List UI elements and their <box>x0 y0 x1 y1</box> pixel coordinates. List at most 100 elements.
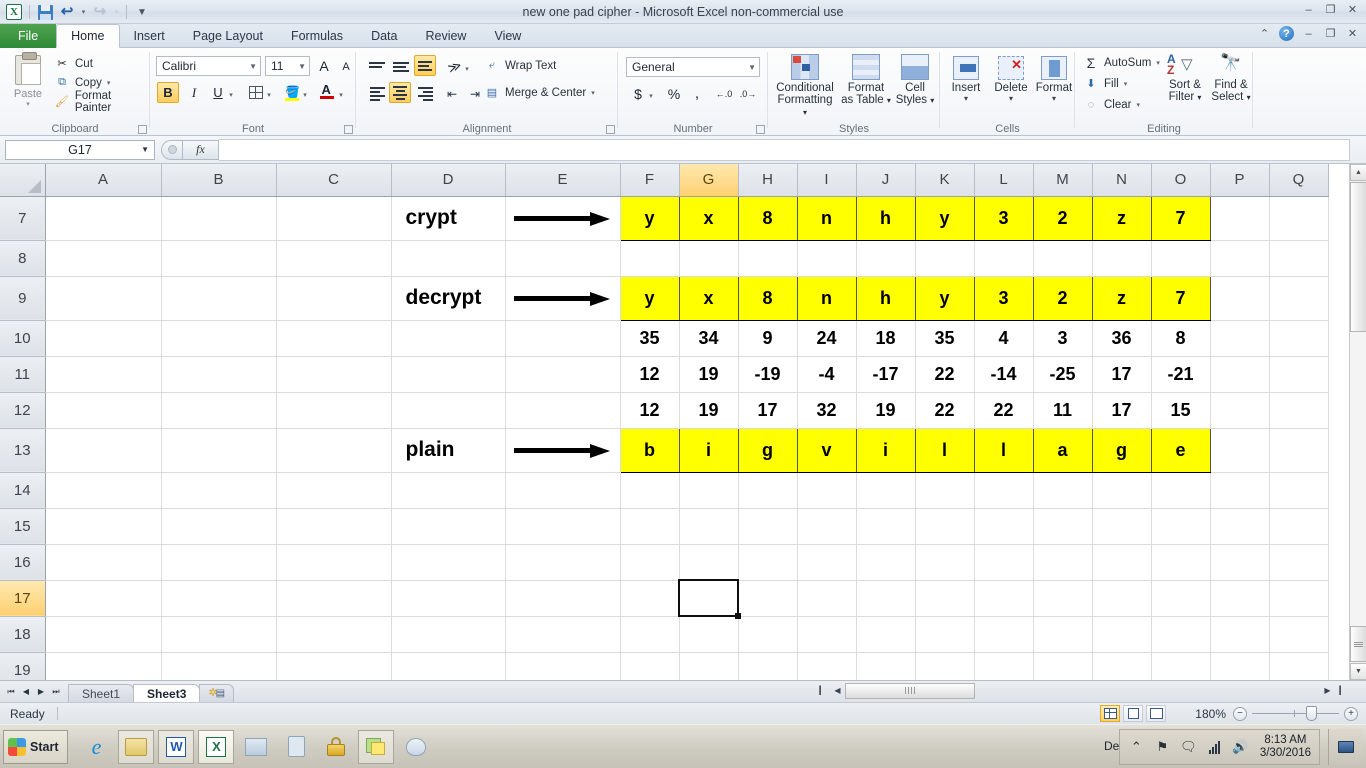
column-header-O[interactable]: O <box>1151 164 1211 197</box>
cell-N13[interactable]: g <box>1092 427 1152 473</box>
cell-I11[interactable]: -4 <box>797 356 857 393</box>
cell-C12[interactable] <box>276 392 392 429</box>
cell-N7[interactable]: z <box>1092 195 1152 241</box>
formula-input[interactable] <box>219 138 1350 161</box>
cell-F15[interactable] <box>620 508 680 545</box>
cell-M18[interactable] <box>1033 616 1093 653</box>
scroll-up-icon[interactable]: ▲ <box>1350 164 1366 181</box>
cell-B9[interactable] <box>161 276 277 321</box>
cell-D10[interactable] <box>391 320 506 357</box>
copy-caret-icon[interactable]: ▾ <box>107 79 111 87</box>
cell-O11[interactable]: -21 <box>1151 356 1211 393</box>
page-layout-view-icon[interactable] <box>1123 705 1143 722</box>
cell-L11[interactable]: -14 <box>974 356 1034 393</box>
cell-Q16[interactable] <box>1269 544 1329 581</box>
delete-caret-icon[interactable]: ▾ <box>990 94 1032 103</box>
cell-C18[interactable] <box>276 616 392 653</box>
column-header-F[interactable]: F <box>620 164 680 197</box>
cell-F19[interactable] <box>620 652 680 680</box>
cell-E10[interactable] <box>505 320 621 357</box>
row-header-16[interactable]: 16 <box>0 544 46 581</box>
cell-P15[interactable] <box>1210 508 1270 545</box>
cell-J14[interactable] <box>856 472 916 509</box>
cell-A8[interactable] <box>45 240 162 277</box>
cell-I12[interactable]: 32 <box>797 392 857 429</box>
cell-L10[interactable]: 4 <box>974 320 1034 357</box>
notepad-icon[interactable] <box>238 730 274 764</box>
row-header-19[interactable]: 19 <box>0 652 46 680</box>
clipboard-dialog-launcher-icon[interactable] <box>138 125 147 134</box>
cell-F12[interactable]: 12 <box>620 392 680 429</box>
font-name-combo[interactable]: Calibri ▼ <box>156 56 261 76</box>
cell-L18[interactable] <box>974 616 1034 653</box>
sheet-tab-sheet3[interactable]: Sheet3 <box>133 683 201 703</box>
cell-I15[interactable] <box>797 508 857 545</box>
cell-C16[interactable] <box>276 544 392 581</box>
cell-G16[interactable] <box>679 544 739 581</box>
cell-F17[interactable] <box>620 580 680 617</box>
formula-expand-handle[interactable] <box>161 139 183 160</box>
cell-H12[interactable]: 17 <box>738 392 798 429</box>
autosum-button[interactable]: Σ AutoSum ▾ <box>1083 53 1160 72</box>
cell-G9[interactable]: x <box>679 275 739 321</box>
show-desktop-button[interactable] <box>1328 729 1362 765</box>
wrap-text-button[interactable]: ⤶ Wrap Text <box>484 56 556 75</box>
cell-M17[interactable] <box>1033 580 1093 617</box>
ribbon-tab-data[interactable]: Data <box>357 25 411 48</box>
cell-P8[interactable] <box>1210 240 1270 277</box>
cell-K16[interactable] <box>915 544 975 581</box>
orientation-caret-icon[interactable]: ▾ <box>462 58 472 79</box>
column-header-N[interactable]: N <box>1092 164 1152 197</box>
sticky-notes-icon[interactable] <box>358 729 395 764</box>
cell-A10[interactable] <box>45 320 162 357</box>
cell-E16[interactable] <box>505 544 621 581</box>
cell-P12[interactable] <box>1210 392 1270 429</box>
cell-E12[interactable] <box>505 392 621 429</box>
cell-Q17[interactable] <box>1269 580 1329 617</box>
cell-N12[interactable]: 17 <box>1092 392 1152 429</box>
shrink-font-button[interactable]: A <box>335 56 357 77</box>
workbook-minimize-icon[interactable]: – <box>1301 27 1316 40</box>
cell-C19[interactable] <box>276 652 392 680</box>
cell-E9[interactable] <box>505 276 621 321</box>
cell-M13[interactable]: a <box>1033 427 1093 473</box>
cell-F16[interactable] <box>620 544 680 581</box>
cell-E15[interactable] <box>505 508 621 545</box>
zoom-in-icon[interactable]: + <box>1344 706 1358 721</box>
font-color-icon[interactable]: A <box>316 81 338 102</box>
cell-G10[interactable]: 34 <box>679 320 739 357</box>
cell-H16[interactable] <box>738 544 798 581</box>
cell-B18[interactable] <box>161 616 277 653</box>
cell-B12[interactable] <box>161 392 277 429</box>
cell-N17[interactable] <box>1092 580 1152 617</box>
clear-button[interactable]: ◌ Clear ▾ <box>1083 95 1140 114</box>
ribbon-tab-review[interactable]: Review <box>411 25 480 48</box>
insert-function-icon[interactable]: fx <box>183 139 219 160</box>
ribbon-tab-home[interactable]: Home <box>56 24 120 48</box>
row-header-15[interactable]: 15 <box>0 508 46 545</box>
workbook-restore-icon[interactable]: ❐ <box>1323 27 1338 40</box>
cell-J16[interactable] <box>856 544 916 581</box>
cell-J17[interactable] <box>856 580 916 617</box>
chevron-down-icon[interactable]: ▼ <box>141 145 149 154</box>
cell-I9[interactable]: n <box>797 275 857 321</box>
font-dialog-launcher-icon[interactable] <box>344 125 353 134</box>
paste-caret-icon[interactable]: ▾ <box>26 100 30 108</box>
cell-C14[interactable] <box>276 472 392 509</box>
collapse-ribbon-icon[interactable]: ⌃ <box>1257 27 1272 40</box>
cell-F11[interactable]: 12 <box>620 356 680 393</box>
cell-G8[interactable] <box>679 240 739 277</box>
paint-icon[interactable] <box>398 730 434 764</box>
cell-Q14[interactable] <box>1269 472 1329 509</box>
cell-D9[interactable]: decrypt <box>391 276 506 321</box>
cell-N19[interactable] <box>1092 652 1152 680</box>
increase-decimal-icon[interactable]: ←.0 <box>713 83 735 104</box>
italic-button[interactable]: I <box>183 82 205 103</box>
cell-K11[interactable]: 22 <box>915 356 975 393</box>
cell-Q9[interactable] <box>1269 276 1329 321</box>
cell-I17[interactable] <box>797 580 857 617</box>
page-break-view-icon[interactable] <box>1146 705 1166 722</box>
internet-explorer-icon[interactable]: e <box>78 730 114 764</box>
cell-F7[interactable]: y <box>619 195 680 241</box>
hscroll-split-handle[interactable]: ▎ <box>815 683 830 699</box>
